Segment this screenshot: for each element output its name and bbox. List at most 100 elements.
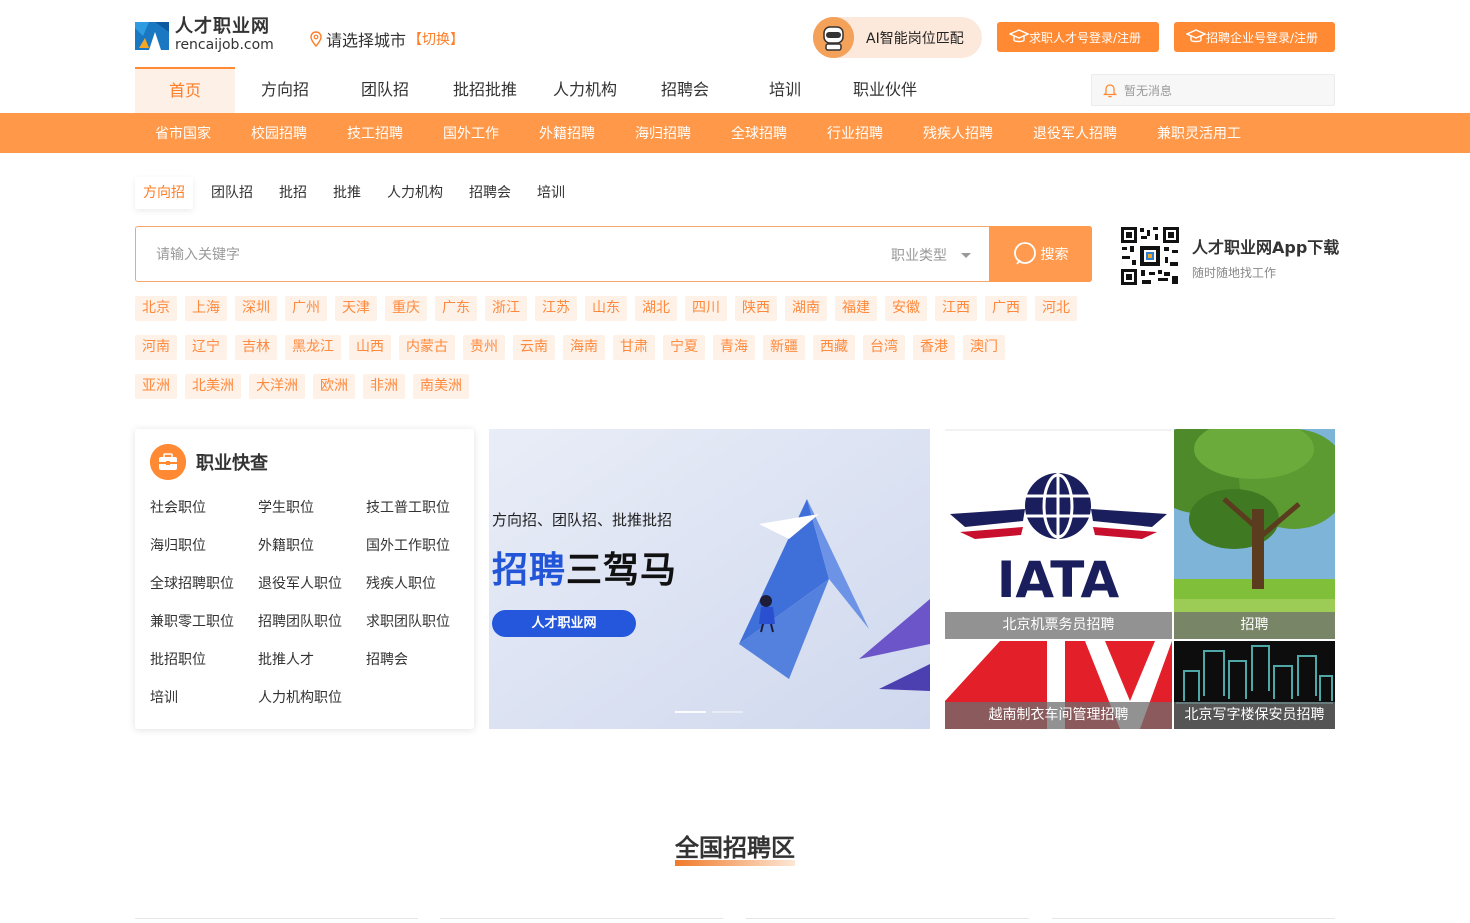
main-nav-partner[interactable]: 职业伙伴 xyxy=(835,67,935,113)
region-tag[interactable]: 安徽 xyxy=(885,296,927,321)
career-link[interactable]: 求职团队职位 xyxy=(366,610,474,648)
region-tag[interactable]: 黑龙江 xyxy=(285,335,341,360)
job-tile-recruit[interactable]: 招聘 xyxy=(1174,429,1335,639)
search-tab-direction[interactable]: 方向招 xyxy=(135,177,193,209)
region-tag[interactable]: 河南 xyxy=(135,335,177,360)
career-link[interactable]: 海归职位 xyxy=(150,534,258,572)
region-tag[interactable]: 江苏 xyxy=(535,296,577,321)
category-nav-item[interactable]: 海归招聘 xyxy=(635,123,691,143)
carousel-dot[interactable] xyxy=(712,711,743,713)
search-tab-training[interactable]: 培训 xyxy=(529,177,573,209)
region-tag[interactable]: 北美洲 xyxy=(185,374,241,399)
region-tag[interactable]: 山东 xyxy=(585,296,627,321)
career-link[interactable]: 学生职位 xyxy=(258,496,366,534)
main-nav-home[interactable]: 首页 xyxy=(135,67,235,113)
region-tag[interactable]: 湖北 xyxy=(635,296,677,321)
region-tag[interactable]: 南美洲 xyxy=(413,374,469,399)
region-tag[interactable]: 欧洲 xyxy=(313,374,355,399)
job-type-dropdown[interactable]: 职业类型 xyxy=(891,245,971,265)
search-tab-hr-agency[interactable]: 人力机构 xyxy=(379,177,451,209)
promo-banner[interactable]: 方向招、团队招、批推批招 招聘三驾马 人才职业网 xyxy=(489,429,930,729)
category-nav-item[interactable]: 残疾人招聘 xyxy=(923,123,993,143)
region-tag[interactable]: 辽宁 xyxy=(185,335,227,360)
region-tag[interactable]: 江西 xyxy=(935,296,977,321)
category-nav-item[interactable]: 行业招聘 xyxy=(827,123,883,143)
career-link[interactable]: 批推人才 xyxy=(258,648,366,686)
career-link[interactable]: 社会职位 xyxy=(150,496,258,534)
city-switch-link[interactable]: 【切换】 xyxy=(408,29,464,49)
job-tile-vietnam-garment[interactable]: 越南制衣车间管理招聘 xyxy=(945,641,1172,729)
seeker-login-button[interactable]: 求职人才号登录/注册 xyxy=(997,22,1159,52)
career-link[interactable]: 技工普工职位 xyxy=(366,496,474,534)
region-tag[interactable]: 吉林 xyxy=(235,335,277,360)
region-tag[interactable]: 河北 xyxy=(1035,296,1077,321)
region-tag[interactable]: 四川 xyxy=(685,296,727,321)
category-nav-item[interactable]: 兼职灵活用工 xyxy=(1157,123,1241,143)
region-tag[interactable]: 西藏 xyxy=(813,335,855,360)
region-tag[interactable]: 澳门 xyxy=(963,335,1005,360)
career-link[interactable]: 兼职零工职位 xyxy=(150,610,258,648)
region-tag[interactable]: 深圳 xyxy=(235,296,277,321)
category-nav-item[interactable]: 外籍招聘 xyxy=(539,123,595,143)
region-tag[interactable]: 香港 xyxy=(913,335,955,360)
region-tag[interactable]: 台湾 xyxy=(863,335,905,360)
region-tag[interactable]: 上海 xyxy=(185,296,227,321)
region-tag[interactable]: 云南 xyxy=(513,335,555,360)
region-tag[interactable]: 陕西 xyxy=(735,296,777,321)
region-tag[interactable]: 内蒙古 xyxy=(399,335,455,360)
region-tag[interactable]: 北京 xyxy=(135,296,177,321)
search-tab-batch-push[interactable]: 批推 xyxy=(325,177,369,209)
employer-login-button[interactable]: 招聘企业号登录/注册 xyxy=(1174,22,1335,52)
app-download[interactable]: 人才职业网App下载 随时随地找工作 xyxy=(1120,226,1339,286)
career-link[interactable]: 批招职位 xyxy=(150,648,258,686)
career-link[interactable]: 全球招聘职位 xyxy=(150,572,258,610)
category-nav-item[interactable]: 全球招聘 xyxy=(731,123,787,143)
main-nav-hr-agency[interactable]: 人力机构 xyxy=(535,67,635,113)
career-link[interactable]: 招聘团队职位 xyxy=(258,610,366,648)
search-tab-job-fair[interactable]: 招聘会 xyxy=(461,177,519,209)
region-tag[interactable]: 广东 xyxy=(435,296,477,321)
region-tag[interactable]: 广西 xyxy=(985,296,1027,321)
career-link[interactable]: 国外工作职位 xyxy=(366,534,474,572)
region-tag[interactable]: 海南 xyxy=(563,335,605,360)
category-nav-item[interactable]: 国外工作 xyxy=(443,123,499,143)
category-nav-item[interactable]: 退役军人招聘 xyxy=(1033,123,1117,143)
region-tag[interactable]: 湖南 xyxy=(785,296,827,321)
category-nav-item[interactable]: 校园招聘 xyxy=(251,123,307,143)
region-tag[interactable]: 新疆 xyxy=(763,335,805,360)
career-link[interactable]: 退役军人职位 xyxy=(258,572,366,610)
carousel-dots[interactable] xyxy=(675,711,749,713)
region-tag[interactable]: 浙江 xyxy=(485,296,527,321)
region-tag[interactable]: 福建 xyxy=(835,296,877,321)
category-nav-item[interactable]: 省市国家 xyxy=(155,123,211,143)
message-box[interactable]: 暂无消息 xyxy=(1091,74,1335,106)
region-tag[interactable]: 广州 xyxy=(285,296,327,321)
career-link[interactable]: 培训 xyxy=(150,686,258,724)
region-tag[interactable]: 天津 xyxy=(335,296,377,321)
main-nav-team-hire[interactable]: 团队招 xyxy=(335,67,435,113)
main-nav-batch[interactable]: 批招批推 xyxy=(435,67,535,113)
site-logo[interactable]: 人才职业网 rencaijob.com xyxy=(135,18,274,52)
search-button[interactable]: 搜索 xyxy=(989,226,1092,282)
ai-job-match-button[interactable]: AI智能岗位匹配 xyxy=(813,17,982,58)
career-link[interactable]: 外籍职位 xyxy=(258,534,366,572)
main-nav-direction-hire[interactable]: 方向招 xyxy=(235,67,335,113)
region-tag[interactable]: 宁夏 xyxy=(663,335,705,360)
career-link[interactable]: 人力机构职位 xyxy=(258,686,366,724)
region-tag[interactable]: 重庆 xyxy=(385,296,427,321)
search-input[interactable] xyxy=(156,242,856,266)
region-tag[interactable]: 山西 xyxy=(349,335,391,360)
job-tile-airline-ticketing[interactable]: IATA 北京机票务员招聘 xyxy=(945,429,1172,639)
region-tag[interactable]: 非洲 xyxy=(363,374,405,399)
main-nav-job-fair[interactable]: 招聘会 xyxy=(635,67,735,113)
search-tab-team[interactable]: 团队招 xyxy=(203,177,261,209)
city-selector[interactable]: 请选择城市 【切换】 xyxy=(310,27,464,51)
search-tab-batch-hire[interactable]: 批招 xyxy=(271,177,315,209)
region-tag[interactable]: 大洋洲 xyxy=(249,374,305,399)
region-tag[interactable]: 青海 xyxy=(713,335,755,360)
region-tag[interactable]: 贵州 xyxy=(463,335,505,360)
career-link[interactable]: 残疾人职位 xyxy=(366,572,474,610)
main-nav-training[interactable]: 培训 xyxy=(735,67,835,113)
region-tag[interactable]: 亚洲 xyxy=(135,374,177,399)
carousel-dot[interactable] xyxy=(675,711,706,713)
